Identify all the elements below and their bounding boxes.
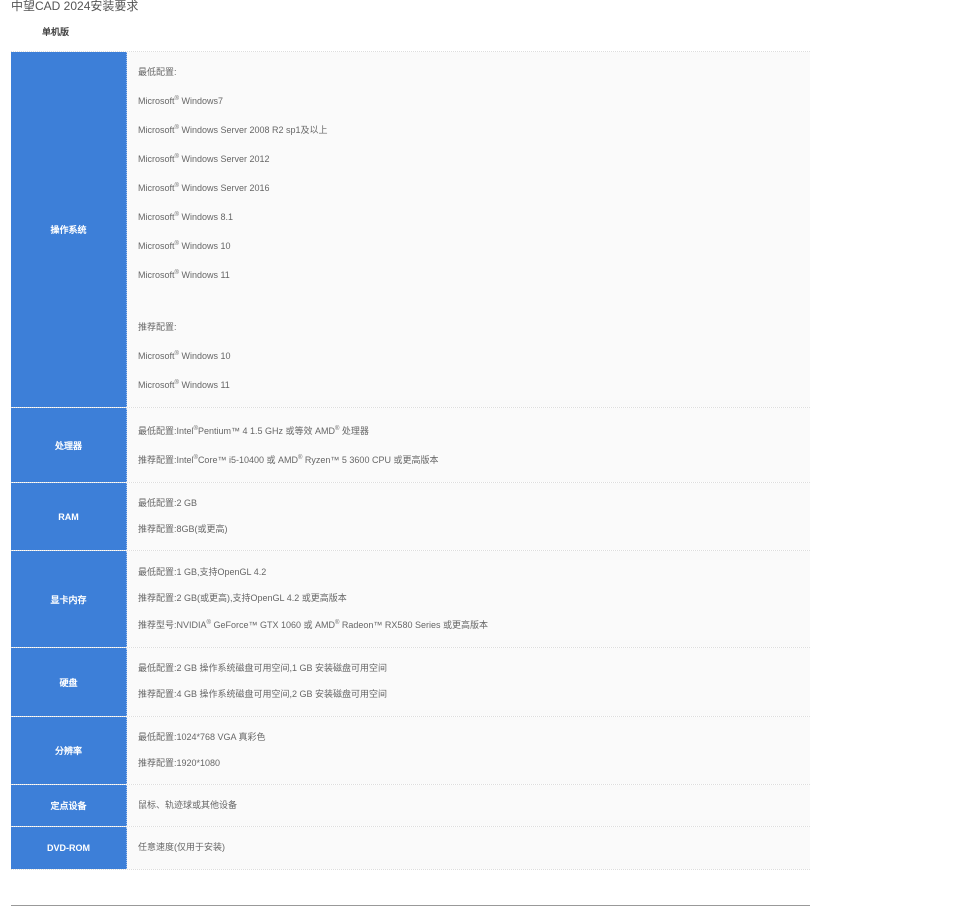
row-body-cpu: 最低配置:Intel®Pentium™ 4 1.5 GHz 或等效 AMD® 处… (127, 408, 810, 482)
table-row-ram: RAM 最低配置:2 GB 推荐配置:8GB(或更高) (11, 483, 810, 551)
os-min-item: Microsoft® Windows Server 2008 R2 sp1及以上 (138, 125, 328, 135)
cpu-min-line: 最低配置:Intel®Pentium™ 4 1.5 GHz 或等效 AMD® 处… (138, 426, 369, 436)
gpu-min-line: 最低配置:1 GB,支持OpenGL 4.2 (138, 567, 267, 577)
os-min-heading: 最低配置: (138, 67, 177, 77)
os-min-item: Microsoft® Windows 10 (138, 241, 231, 251)
table-row-disk: 硬盘 最低配置:2 GB 操作系统磁盘可用空间,1 GB 安装磁盘可用空间 推荐… (11, 648, 810, 717)
os-rec-item: Microsoft® Windows 11 (138, 380, 230, 390)
row-body-dvd: 任意速度(仅用于安装) (127, 827, 810, 869)
row-label-disk: 硬盘 (11, 648, 127, 716)
table-row-gpu: 显卡内存 最低配置:1 GB,支持OpenGL 4.2 推荐配置:2 GB(或更… (11, 551, 810, 648)
os-min-item: Microsoft® Windows 8.1 (138, 212, 233, 222)
os-rec-heading: 推荐配置: (138, 322, 177, 332)
table-row-os: 操作系统 最低配置: Microsoft® Windows7 Microsoft… (11, 52, 810, 408)
os-rec-item: Microsoft® Windows 10 (138, 351, 231, 361)
os-min-item: Microsoft® Windows Server 2016 (138, 183, 270, 193)
bottom-divider (11, 905, 810, 906)
row-label-dvd: DVD-ROM (11, 827, 127, 869)
row-label-ram: RAM (11, 483, 127, 550)
page-title: 中望CAD 2024安装要求 (11, 0, 139, 13)
resolution-rec-line: 推荐配置:1920*1080 (138, 758, 221, 768)
disk-rec-line: 推荐配置:4 GB 操作系统磁盘可用空间,2 GB 安装磁盘可用空间 (138, 689, 388, 699)
row-label-resolution: 分辨率 (11, 717, 127, 784)
row-body-os: 最低配置: Microsoft® Windows7 Microsoft® Win… (127, 52, 810, 407)
os-min-item: Microsoft® Windows7 (138, 96, 223, 106)
row-label-gpu: 显卡内存 (11, 551, 127, 647)
table-row-pointing: 定点设备 鼠标、轨迹球或其他设备 (11, 785, 810, 827)
cpu-rec-line: 推荐配置:Intel®Core™ i5-10400 或 AMD® Ryzen™ … (138, 455, 439, 465)
table-row-resolution: 分辨率 最低配置:1024*768 VGA 真彩色 推荐配置:1920*1080 (11, 717, 810, 785)
os-min-item: Microsoft® Windows 11 (138, 270, 230, 280)
ram-min-line: 最低配置:2 GB (138, 498, 198, 508)
pointing-line: 鼠标、轨迹球或其他设备 (138, 800, 238, 810)
disk-min-line: 最低配置:2 GB 操作系统磁盘可用空间,1 GB 安装磁盘可用空间 (138, 663, 388, 673)
row-label-os: 操作系统 (11, 52, 127, 407)
requirements-table: 操作系统 最低配置: Microsoft® Windows7 Microsoft… (11, 51, 810, 870)
row-body-pointing: 鼠标、轨迹球或其他设备 (127, 785, 810, 826)
row-body-ram: 最低配置:2 GB 推荐配置:8GB(或更高) (127, 483, 810, 550)
row-body-disk: 最低配置:2 GB 操作系统磁盘可用空间,1 GB 安装磁盘可用空间 推荐配置:… (127, 648, 810, 716)
ram-rec-line: 推荐配置:8GB(或更高) (138, 524, 228, 534)
gpu-rec-line: 推荐配置:2 GB(或更高),支持OpenGL 4.2 或更高版本 (138, 593, 347, 603)
row-body-resolution: 最低配置:1024*768 VGA 真彩色 推荐配置:1920*1080 (127, 717, 810, 784)
edition-label: 单机版 (42, 27, 70, 37)
row-label-pointing: 定点设备 (11, 785, 127, 826)
os-min-item: Microsoft® Windows Server 2012 (138, 154, 270, 164)
table-row-cpu: 处理器 最低配置:Intel®Pentium™ 4 1.5 GHz 或等效 AM… (11, 408, 810, 483)
dvd-line: 任意速度(仅用于安装) (138, 842, 225, 852)
table-row-dvd: DVD-ROM 任意速度(仅用于安装) (11, 827, 810, 870)
row-body-gpu: 最低配置:1 GB,支持OpenGL 4.2 推荐配置:2 GB(或更高),支持… (127, 551, 810, 647)
gpu-model-line: 推荐型号:NVIDIA® GeForce™ GTX 1060 或 AMD® Ra… (138, 620, 488, 630)
resolution-min-line: 最低配置:1024*768 VGA 真彩色 (138, 732, 266, 742)
row-label-cpu: 处理器 (11, 408, 127, 482)
